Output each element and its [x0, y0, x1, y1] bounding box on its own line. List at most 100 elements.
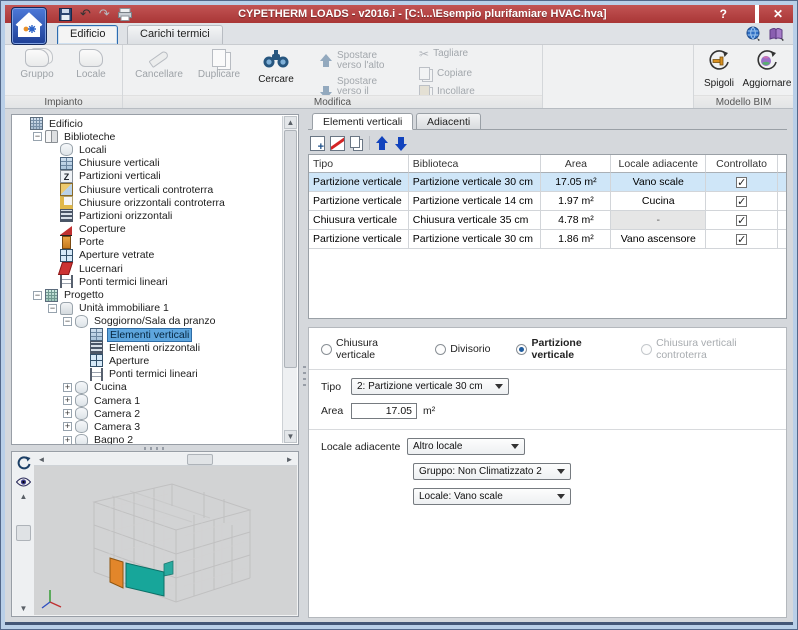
- controllato-checkbox[interactable]: [736, 215, 747, 226]
- pan-right-arrow[interactable]: ►: [284, 454, 295, 465]
- maximize-button[interactable]: [755, 7, 759, 21]
- v-scroll-thumb[interactable]: [16, 525, 31, 541]
- tree-item[interactable]: Chiusure verticali controterra: [14, 183, 281, 196]
- tree-item[interactable]: Chiusure orizzontali controterra: [14, 196, 281, 209]
- aggiornare-button[interactable]: Aggiornare: [742, 47, 792, 93]
- row-up-icon[interactable]: [375, 136, 389, 151]
- tree-expander[interactable]: +: [63, 409, 72, 418]
- duplicate-row-icon[interactable]: [350, 136, 360, 148]
- tree-expander[interactable]: −: [63, 317, 72, 326]
- vertical-splitter[interactable]: [301, 109, 308, 622]
- tree-item[interactable]: Coperture: [14, 223, 281, 236]
- spigoli-button[interactable]: Spigoli: [696, 47, 742, 93]
- tree-item[interactable]: Partizioni orizzontali: [14, 209, 281, 222]
- add-row-icon[interactable]: [310, 136, 325, 151]
- h-scroll-thumb[interactable]: [187, 454, 213, 465]
- tagliare-button[interactable]: ✂ Tagliare: [419, 49, 468, 59]
- duplicare-button[interactable]: Duplicare: [191, 47, 247, 93]
- tree-item[interactable]: Elementi orizzontali: [14, 341, 281, 354]
- controllato-checkbox[interactable]: [736, 234, 747, 245]
- spostare-su-button[interactable]: Spostare verso l'alto: [319, 51, 397, 71]
- web-globe-icon[interactable]: [746, 26, 761, 41]
- tree-item[interactable]: Chiusure verticali: [14, 157, 281, 170]
- tree-expander[interactable]: −: [48, 304, 57, 313]
- table-row[interactable]: Partizione verticale Partizione vertical…: [309, 230, 786, 249]
- tab-adiacenti[interactable]: Adiacenti: [416, 113, 481, 130]
- radio-option[interactable]: Chiusura verticali controterra: [641, 337, 774, 361]
- table-row[interactable]: Partizione verticale Partizione vertical…: [309, 173, 786, 192]
- controllato-checkbox[interactable]: [736, 177, 747, 188]
- tree-item[interactable]: Ponti termici lineari: [14, 275, 281, 288]
- tree-expander[interactable]: −: [33, 291, 42, 300]
- pan-left-arrow[interactable]: ◄: [36, 454, 47, 465]
- help-button[interactable]: ?: [720, 7, 727, 21]
- app-menu-button[interactable]: [11, 7, 47, 45]
- scrollbar-thumb[interactable]: [284, 130, 297, 368]
- viewport-h-scrollbar[interactable]: ◄ ►: [34, 453, 297, 466]
- tree-item[interactable]: + Camera 2: [14, 407, 281, 420]
- table-row[interactable]: Chiusura verticale Chiusura verticale 35…: [309, 211, 786, 230]
- tree-expander[interactable]: +: [63, 422, 72, 431]
- tipo-dropdown[interactable]: 2: Partizione verticale 30 cm: [351, 378, 509, 395]
- row-down-icon[interactable]: [394, 136, 408, 151]
- tree-item[interactable]: + Bagno 2: [14, 434, 281, 445]
- tree-item[interactable]: Porte: [14, 236, 281, 249]
- col-header-controllato[interactable]: Controllato: [706, 155, 778, 173]
- rotate-view-icon[interactable]: [16, 456, 31, 471]
- scroll-down-arrow[interactable]: ▼: [284, 430, 297, 443]
- visibility-eye-icon[interactable]: [16, 474, 31, 489]
- tree-item[interactable]: + Camera 3: [14, 420, 281, 433]
- tree-item[interactable]: − Unità immobiliare 1: [14, 302, 281, 315]
- col-header-biblioteca[interactable]: Biblioteca: [409, 155, 542, 173]
- gruppo-dropdown[interactable]: Gruppo: Non Climatizzato 2: [413, 463, 571, 480]
- tree-item[interactable]: Aperture: [14, 354, 281, 367]
- locale-button[interactable]: Locale: [65, 47, 117, 93]
- col-header-area[interactable]: Area: [541, 155, 611, 173]
- locale-dropdown[interactable]: Locale: Vano scale: [413, 488, 571, 505]
- area-input[interactable]: [351, 403, 417, 419]
- tab-edificio[interactable]: Edificio: [57, 25, 118, 44]
- gruppo-button[interactable]: Gruppo: [11, 47, 63, 93]
- tree-item[interactable]: − Soggiorno/Sala da pranzo: [14, 315, 281, 328]
- zoom-in-arrow[interactable]: ▲: [16, 492, 31, 507]
- tree-item[interactable]: Edificio: [14, 117, 281, 130]
- tree-item[interactable]: + Cucina: [14, 381, 281, 394]
- undo-icon[interactable]: ↶: [80, 6, 91, 22]
- print-icon[interactable]: [118, 8, 132, 21]
- tree-item[interactable]: Lucernari: [14, 262, 281, 275]
- cancellare-button[interactable]: Cancellare: [131, 47, 187, 93]
- zoom-out-arrow[interactable]: ▼: [13, 604, 34, 613]
- tree-item[interactable]: Aperture vetrate: [14, 249, 281, 262]
- tree-expander[interactable]: −: [33, 132, 42, 141]
- col-header-tipo[interactable]: Tipo: [309, 155, 409, 173]
- locale-adiacente-dropdown[interactable]: Altro locale: [407, 438, 525, 455]
- tree-expander[interactable]: +: [63, 383, 72, 392]
- tree-item[interactable]: Locali: [14, 143, 281, 156]
- tree-item[interactable]: Ponti termici lineari: [14, 368, 281, 381]
- tree-scrollbar[interactable]: ▲ ▼: [282, 116, 297, 443]
- tab-carichi-termici[interactable]: Carichi termici: [127, 25, 223, 44]
- delete-row-icon[interactable]: [330, 136, 345, 151]
- tree-item[interactable]: Partizioni verticali: [14, 170, 281, 183]
- close-button[interactable]: ✕: [773, 7, 783, 21]
- radio-option[interactable]: Divisorio: [435, 337, 490, 361]
- tree-expander[interactable]: +: [63, 436, 72, 444]
- table-row[interactable]: Partizione verticale Partizione vertical…: [309, 192, 786, 211]
- tab-elementi-verticali[interactable]: Elementi verticali: [312, 113, 413, 130]
- tree-expander[interactable]: +: [63, 396, 72, 405]
- viewport-3d-canvas[interactable]: [34, 466, 297, 615]
- redo-icon[interactable]: ↷: [99, 6, 110, 22]
- docs-book-icon[interactable]: [769, 27, 785, 41]
- controllato-checkbox[interactable]: [736, 196, 747, 207]
- tree-item[interactable]: − Progetto: [14, 288, 281, 301]
- scroll-up-arrow[interactable]: ▲: [284, 116, 297, 129]
- cercare-button[interactable]: Cercare: [251, 47, 301, 93]
- save-icon[interactable]: [59, 8, 72, 21]
- radio-option[interactable]: Chiusura verticale: [321, 337, 409, 361]
- copiare-button[interactable]: Copiare: [419, 67, 472, 80]
- tree-item[interactable]: − Biblioteche: [14, 130, 281, 143]
- col-header-locale-adiacente[interactable]: Locale adiacente: [611, 155, 706, 173]
- radio-option[interactable]: Partizione verticale: [516, 337, 615, 361]
- tree-item[interactable]: + Camera 1: [14, 394, 281, 407]
- tree-item[interactable]: Elementi verticali: [14, 328, 281, 341]
